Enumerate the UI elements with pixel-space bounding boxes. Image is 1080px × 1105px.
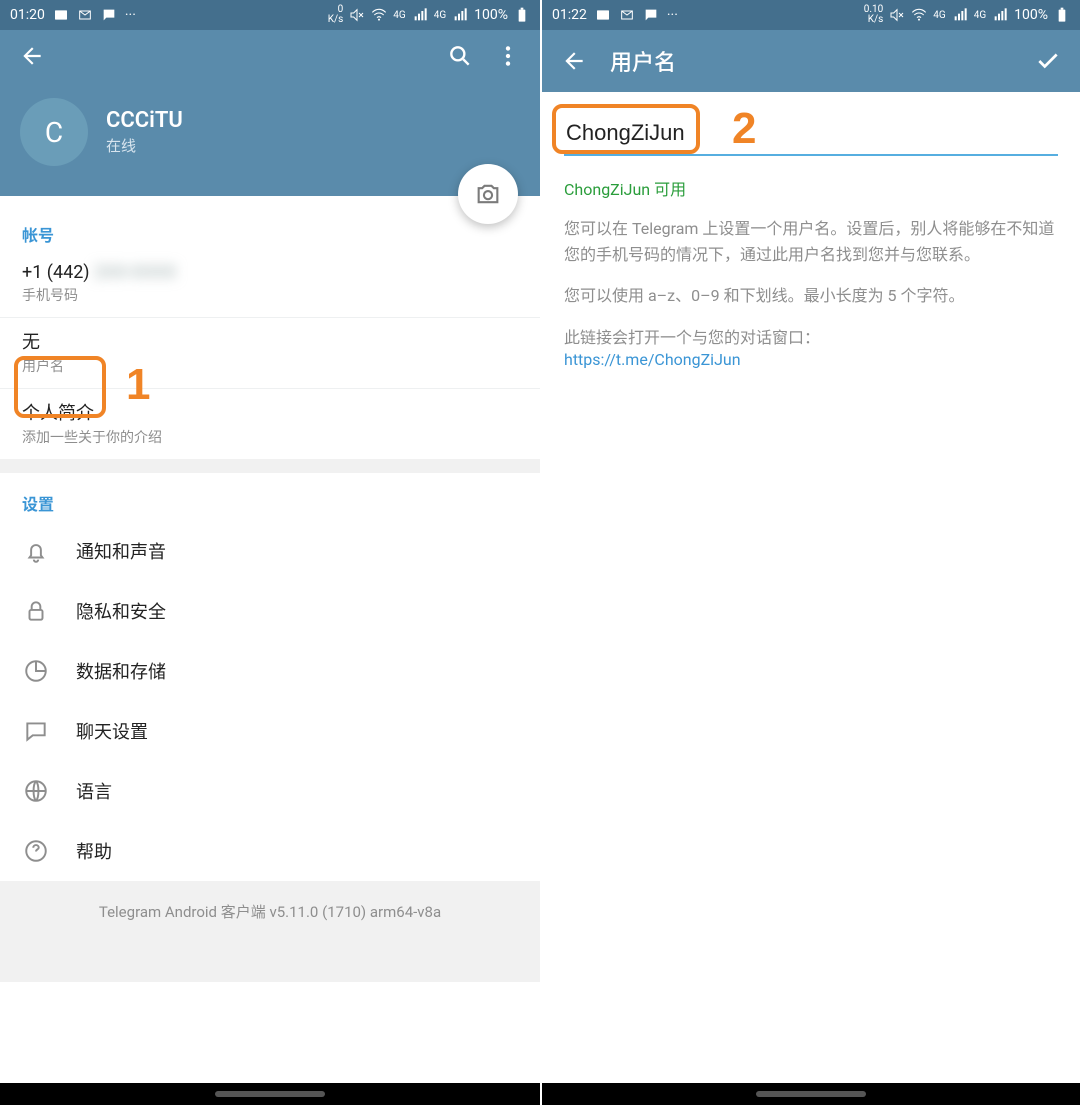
battery-icon xyxy=(514,7,530,23)
wifi-icon xyxy=(911,7,927,23)
mute-icon xyxy=(889,7,905,23)
settings-header: 设置 xyxy=(0,483,540,521)
settings-section: 设置 通知和声音 隐私和安全 数据和存储 聊天设置 语言 帮助 xyxy=(0,473,540,881)
settings-language[interactable]: 语言 xyxy=(0,761,540,821)
bio-row[interactable]: 个人简介 添加一些关于你的介绍 xyxy=(0,389,540,459)
settings-label: 隐私和安全 xyxy=(76,598,166,624)
wifi-icon xyxy=(371,7,387,23)
mail-icon xyxy=(619,7,635,23)
android-navbar xyxy=(542,1083,1080,1105)
confirm-button[interactable] xyxy=(1024,37,1072,85)
phone-label: 手机号码 xyxy=(22,285,518,305)
net-speed: 0.10 K/s xyxy=(864,5,884,25)
availability-text: ChongZiJun 可用 xyxy=(564,176,1058,200)
profile-link[interactable]: https://t.me/ChongZiJun xyxy=(564,350,741,369)
more-icon: ··· xyxy=(667,7,678,23)
gallery-icon xyxy=(595,7,611,23)
username-row[interactable]: 无 用户名 xyxy=(0,318,540,389)
more-button[interactable] xyxy=(484,32,532,80)
net-type-2: 4G xyxy=(974,10,986,21)
search-button[interactable] xyxy=(436,32,484,80)
android-navbar xyxy=(0,1083,540,1105)
phone-left: 01:20 ··· 0 K/s 4G 4G 100% xyxy=(0,0,540,1105)
username-page: ChongZiJun 可用 您可以在 Telegram 上设置一个用户名。设置后… xyxy=(542,92,1080,1083)
settings-label: 语言 xyxy=(76,778,112,804)
bio-value: 个人简介 xyxy=(22,399,518,425)
camera-fab[interactable] xyxy=(458,164,518,224)
version-footer: Telegram Android 客户端 v5.11.0 (1710) arm6… xyxy=(0,881,540,982)
mail-icon xyxy=(77,7,93,23)
bio-label: 添加一些关于你的介绍 xyxy=(22,427,518,447)
help-icon xyxy=(22,837,50,865)
appbar: 用户名 xyxy=(542,30,1080,92)
statusbar: 01:20 ··· 0 K/s 4G 4G 100% xyxy=(0,0,540,30)
battery-icon xyxy=(1054,7,1070,23)
desc-2: 您可以使用 a–z、0–9 和下划线。最小长度为 5 个字符。 xyxy=(564,283,1058,309)
settings-chat[interactable]: 聊天设置 xyxy=(0,701,540,761)
section-gap xyxy=(0,459,540,473)
phone-prefix: +1 (442) xyxy=(22,262,90,283)
settings-privacy[interactable]: 隐私和安全 xyxy=(0,581,540,641)
battery-pct: 100% xyxy=(1014,7,1048,23)
signal-icon xyxy=(412,7,428,23)
back-button[interactable] xyxy=(550,37,598,85)
desc-3: 此链接会打开一个与您的对话窗口： xyxy=(564,325,1058,351)
appbar-title: 用户名 xyxy=(610,45,676,77)
chat-icon xyxy=(22,717,50,745)
settings-label: 帮助 xyxy=(76,838,112,864)
lock-icon xyxy=(22,597,50,625)
account-section: 帐号 +1 (442) 2XX-XXXX 手机号码 无 用户名 个人简介 添加一… xyxy=(0,196,540,459)
profile-name: CCCiTU xyxy=(106,108,183,133)
desc-1: 您可以在 Telegram 上设置一个用户名。设置后，别人将能够在不知道您的手机… xyxy=(564,216,1058,267)
chat-icon xyxy=(643,7,659,23)
avatar[interactable]: C xyxy=(20,98,88,166)
phone-blurred: 2XX-XXXX xyxy=(94,262,176,283)
status-time: 01:22 xyxy=(552,7,587,23)
back-button[interactable] xyxy=(8,32,56,80)
phone-right: 01:22 ··· 0.10 K/s 4G 4G 100% 用户名 xyxy=(540,0,1080,1105)
appbar xyxy=(0,30,540,82)
net-type: 4G xyxy=(933,10,945,21)
settings-help[interactable]: 帮助 xyxy=(0,821,540,881)
avatar-letter: C xyxy=(45,116,63,149)
mute-icon xyxy=(349,7,365,23)
net-type-2: 4G xyxy=(434,10,446,21)
profile-status: 在线 xyxy=(106,135,183,156)
battery-pct: 100% xyxy=(474,7,508,23)
profile-header: C CCCiTU 在线 xyxy=(0,82,540,196)
settings-notifications[interactable]: 通知和声音 xyxy=(0,521,540,581)
settings-label: 聊天设置 xyxy=(76,718,148,744)
phone-row[interactable]: +1 (442) 2XX-XXXX 手机号码 xyxy=(0,252,540,318)
net-type: 4G xyxy=(393,10,405,21)
more-icon: ··· xyxy=(125,7,136,23)
status-time: 01:20 xyxy=(10,7,45,23)
signal-icon-2 xyxy=(992,7,1008,23)
settings-data[interactable]: 数据和存储 xyxy=(0,641,540,701)
username-input[interactable] xyxy=(564,112,1058,156)
account-header: 帐号 xyxy=(0,214,540,252)
signal-icon-2 xyxy=(452,7,468,23)
signal-icon xyxy=(952,7,968,23)
chat-icon xyxy=(101,7,117,23)
settings-label: 通知和声音 xyxy=(76,538,166,564)
settings-label: 数据和存储 xyxy=(76,658,166,684)
gallery-icon xyxy=(53,7,69,23)
chart-icon xyxy=(22,657,50,685)
net-speed: 0 K/s xyxy=(328,5,344,25)
username-label: 用户名 xyxy=(22,356,518,376)
username-value: 无 xyxy=(22,328,518,354)
globe-icon xyxy=(22,777,50,805)
statusbar: 01:22 ··· 0.10 K/s 4G 4G 100% xyxy=(542,0,1080,30)
bell-icon xyxy=(22,537,50,565)
